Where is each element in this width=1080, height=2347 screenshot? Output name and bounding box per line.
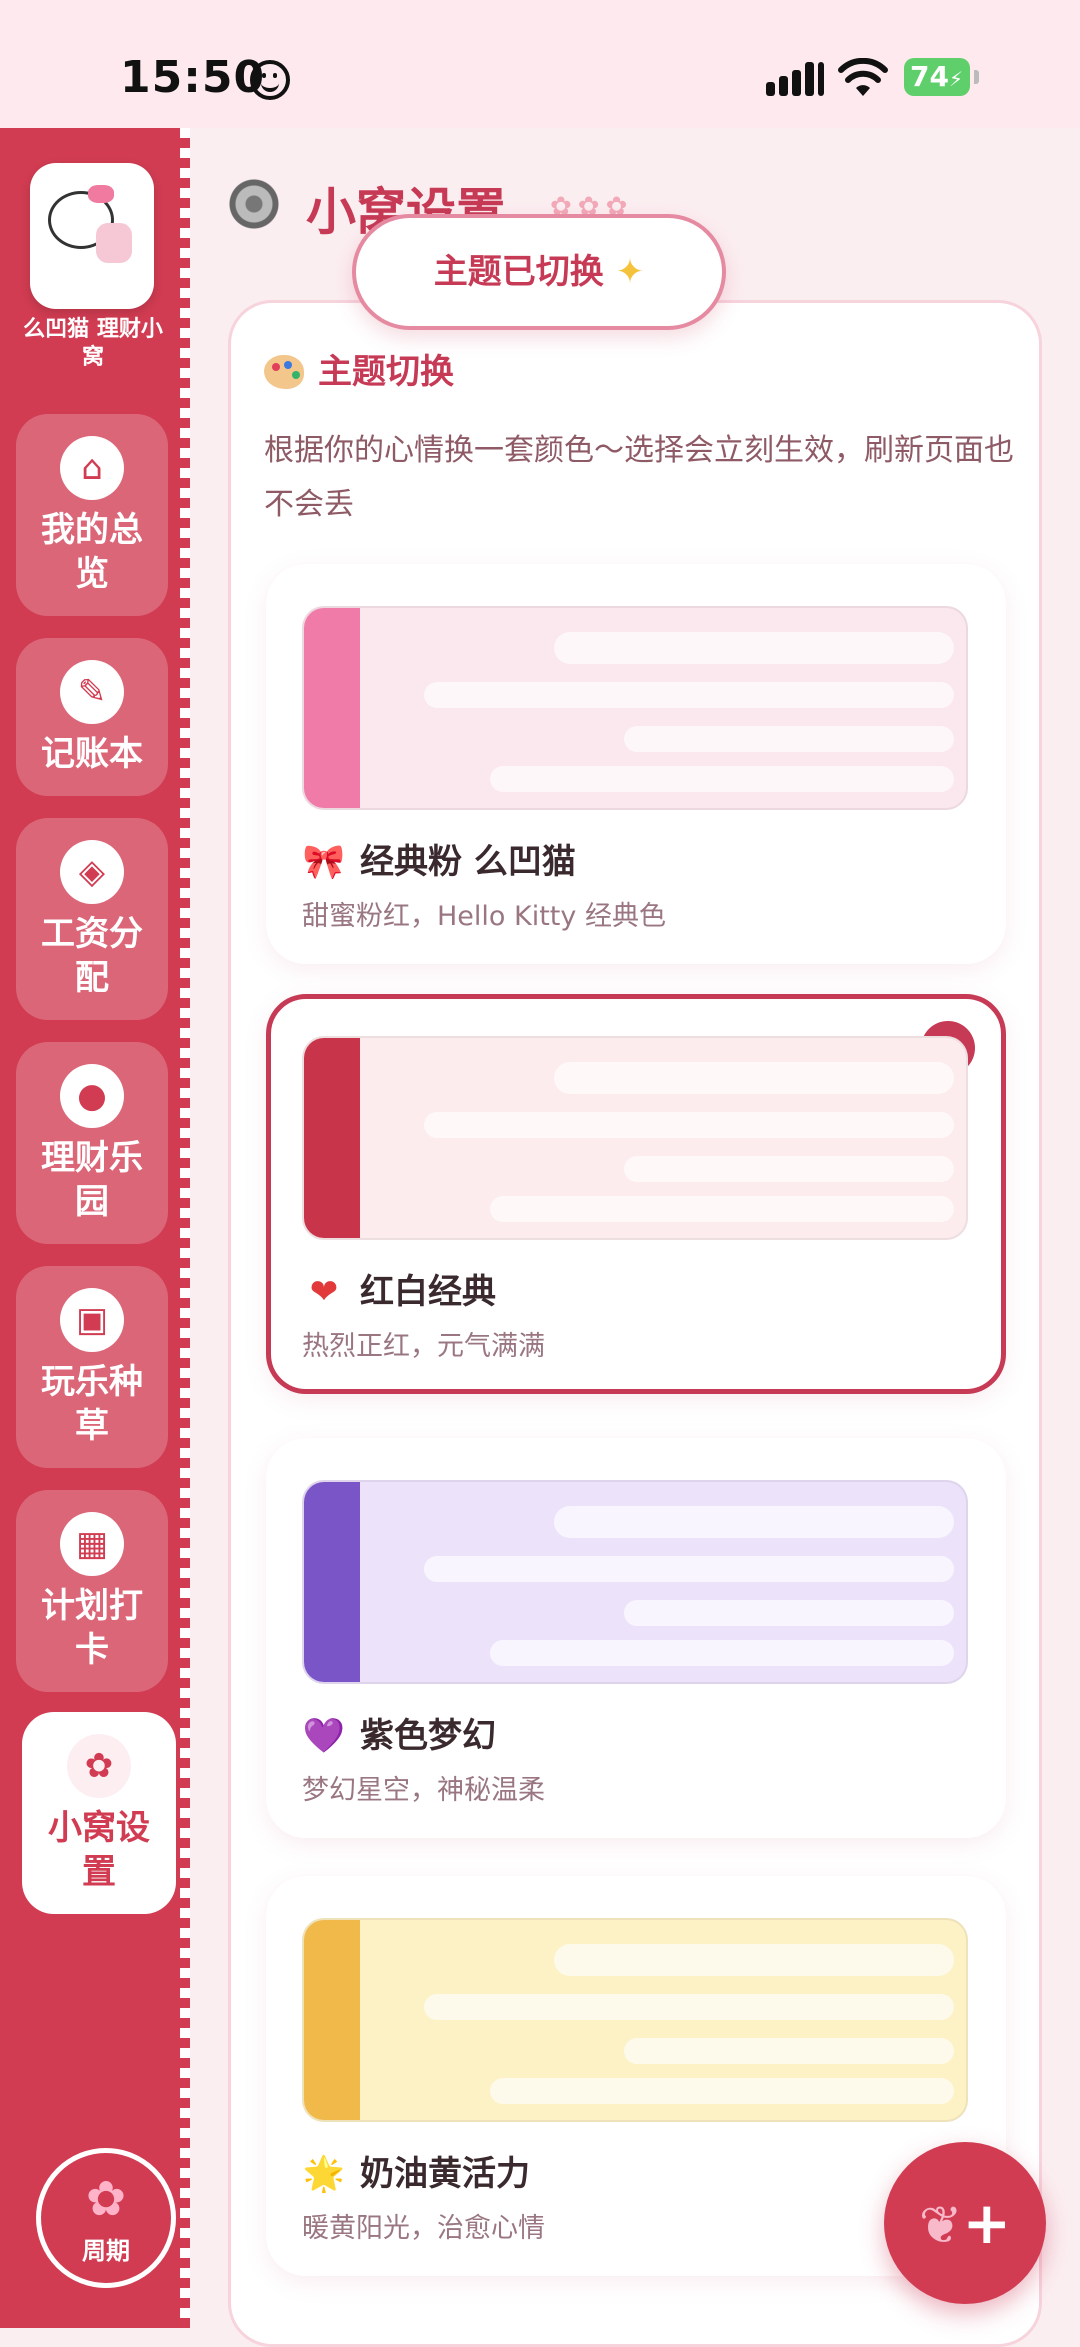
preview-accent-stripe <box>304 1920 360 2120</box>
theme-name: 🌟 奶油黄活力 <box>302 2154 530 2194</box>
kitty-coin-icon: ● <box>60 1064 124 1128</box>
preview-line <box>624 1600 954 1626</box>
preview-line <box>554 1506 954 1538</box>
money-bag-icon <box>96 223 132 263</box>
cherry-blossom-icon: ✿ <box>85 2171 127 2227</box>
sidebar-item-plan[interactable]: ▦ 计划打卡 <box>16 1490 168 1692</box>
app-logo[interactable] <box>30 163 154 309</box>
sparkles-icon: ✦ <box>615 252 645 292</box>
preview-line <box>554 1944 954 1976</box>
sidebar-item-label: 小窝设置 <box>48 1808 150 1892</box>
theme-card-classic-pink[interactable]: 🎀 经典粉 么凹猫 甜蜜粉红，Hello Kitty 经典色 <box>266 564 1006 964</box>
purple-heart-icon: 💜 <box>302 1716 346 1756</box>
theme-preview <box>302 1918 968 2122</box>
theme-switched-toast: 主题已切换 ✦ <box>352 214 726 330</box>
sidebar-item-label: 理财乐园 <box>41 1138 143 1222</box>
kitty-camera-icon: ▣ <box>60 1288 124 1352</box>
theme-preview <box>302 606 968 810</box>
cycle-label: 周期 <box>82 2237 130 2265</box>
kitty-calendar-icon: ▦ <box>60 1512 124 1576</box>
theme-description: 甜蜜粉红，Hello Kitty 经典色 <box>302 901 666 932</box>
preview-line <box>554 632 954 664</box>
sidebar-item-label: 记账本 <box>41 734 143 774</box>
heart-icon: ❤ <box>309 1272 339 1312</box>
preview-accent-stripe <box>304 608 360 808</box>
theme-name: 💜 紫色梦幻 <box>302 1716 496 1756</box>
section-description: 根据你的心情换一套颜色～选择会立刻生效，刷新页面也不会丢 <box>264 433 1014 522</box>
bow-icon: ❦ <box>918 2196 963 2256</box>
sidebar-item-label: 我的总览 <box>41 510 143 594</box>
theme-card-purple-dream[interactable]: 💜 紫色梦幻 梦幻星空，神秘温柔 <box>266 1438 1006 1838</box>
preview-line <box>490 1196 954 1222</box>
preview-line <box>424 1994 954 2020</box>
sidebar-item-salary[interactable]: ◈ 工资分配 <box>16 818 168 1020</box>
preview-line <box>554 1062 954 1094</box>
app-name: 么凹猫 理财小窝 <box>23 317 163 370</box>
sidebar-item-label: 玩乐种草 <box>41 1362 143 1446</box>
gear-icon <box>228 178 280 230</box>
kitty-bag-icon: ◈ <box>60 840 124 904</box>
battery-indicator: 74⚡ <box>904 58 970 96</box>
kitty-house-icon: ⌂ <box>60 436 124 500</box>
preview-line <box>624 1156 954 1182</box>
sidebar-item-finance[interactable]: ● 理财乐园 <box>16 1042 168 1244</box>
battery-cap <box>974 70 979 84</box>
smiley-icon <box>250 60 290 100</box>
star-icon: 🌟 <box>302 2154 346 2194</box>
preview-accent-stripe <box>304 1038 360 1238</box>
preview-line <box>624 2038 954 2064</box>
theme-description: 梦幻星空，神秘温柔 <box>302 1775 545 1806</box>
palette-icon <box>264 355 304 389</box>
status-bar: 15:50 74⚡ <box>0 0 1080 128</box>
cycle-button[interactable]: ✿ 周期 <box>36 2148 176 2288</box>
sidebar-item-fun[interactable]: ▣ 玩乐种草 <box>16 1266 168 1468</box>
preview-line <box>490 1640 954 1666</box>
sidebar-scalloped-edge <box>180 128 190 2328</box>
theme-card-red-white[interactable]: ✓ ❤红白经典 热烈正红，元气满满 <box>266 994 1006 1394</box>
preview-line <box>490 2078 954 2104</box>
kitty-note-icon: ✎ <box>60 660 124 724</box>
sidebar-item-settings[interactable]: ✿ 小窝设置 <box>22 1712 176 1914</box>
sidebar-item-overview[interactable]: ⌂ 我的总览 <box>16 414 168 616</box>
theme-preview <box>302 1036 968 1240</box>
preview-line <box>624 726 954 752</box>
status-time: 15:50 <box>120 52 266 103</box>
theme-preview <box>302 1480 968 1684</box>
theme-description: 暖黄阳光，治愈心情 <box>302 2213 545 2244</box>
wifi-icon <box>838 58 888 96</box>
preview-line <box>424 682 954 708</box>
preview-line <box>490 766 954 792</box>
kitty-settings-icon: ✿ <box>67 1734 131 1798</box>
theme-name: ❤ 红白经典 <box>302 1264 496 1313</box>
theme-description: 热烈正红，元气满满 <box>302 1331 545 1362</box>
add-record-button[interactable]: ❦+ <box>884 2142 1046 2304</box>
sidebar-item-ledger[interactable]: ✎ 记账本 <box>16 638 168 796</box>
bow-icon: 🎀 <box>302 842 346 882</box>
sidebar-item-label: 计划打卡 <box>41 1586 143 1670</box>
plus-icon: + <box>962 2189 1012 2257</box>
theme-name: 🎀 经典粉 么凹猫 <box>302 842 576 882</box>
preview-accent-stripe <box>304 1482 360 1682</box>
preview-line <box>424 1556 954 1582</box>
preview-line <box>424 1112 954 1138</box>
cellular-signal-icon <box>766 62 826 96</box>
sidebar-item-label: 工资分配 <box>41 914 143 998</box>
bow-icon <box>88 185 114 203</box>
section-title: 主题切换 <box>264 344 454 393</box>
